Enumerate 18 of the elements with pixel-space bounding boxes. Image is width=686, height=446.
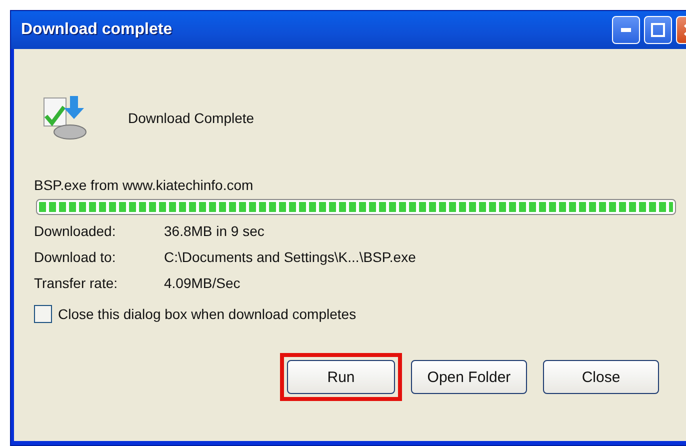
checkbox-label: Close this dialog box when download completes — [58, 306, 356, 322]
status-message: Download Complete — [128, 110, 254, 126]
source-text: BSP.exe from www.kiatechinfo.com — [34, 177, 254, 193]
dialog-button[interactable]: Run — [287, 360, 395, 394]
checkbox[interactable] — [34, 305, 52, 323]
detail-value: 36.8MB in 9 sec — [164, 223, 266, 239]
window-title: Download complete — [21, 21, 172, 39]
maximize-icon — [651, 23, 665, 37]
detail-label: Downloaded: — [34, 223, 117, 239]
detail-value: 4.09MB/Sec — [164, 275, 242, 291]
dialog-button[interactable]: Open Folder — [411, 360, 527, 394]
minimize-button[interactable] — [612, 16, 640, 44]
detail-label: Transfer rate: — [34, 275, 119, 291]
detail-label: Download to: — [34, 249, 117, 265]
maximize-button[interactable] — [644, 16, 672, 44]
minimize-icon — [621, 28, 631, 32]
dialog-button[interactable]: Close — [543, 360, 659, 394]
detail-value: C:\Documents and Settings\K...\BSP.exe — [164, 249, 417, 265]
